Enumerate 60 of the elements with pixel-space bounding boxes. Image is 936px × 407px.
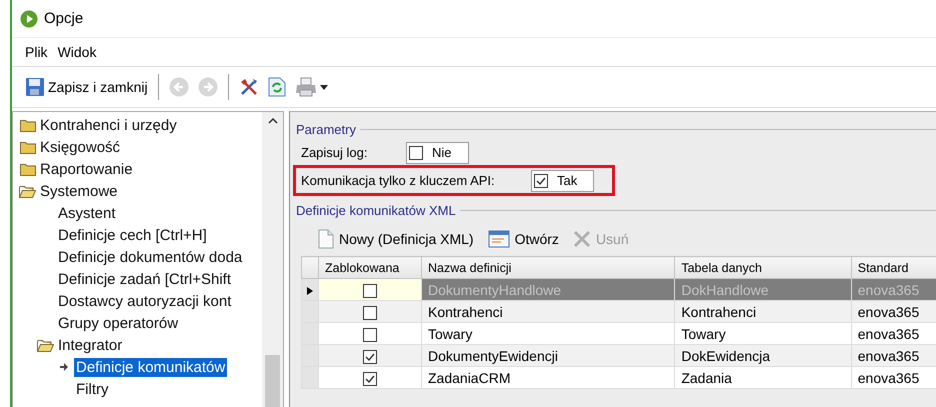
column-header: Standard	[851, 256, 936, 278]
table-cell: enova365	[851, 344, 936, 366]
tree-item[interactable]: Definicje cech [Ctrl+H]	[56, 226, 209, 244]
window-title: Opcje	[44, 10, 84, 27]
tree-item[interactable]: Raportowanie	[38, 160, 135, 178]
checkbox-field[interactable]: Tak	[531, 170, 594, 192]
printer-icon	[294, 77, 317, 97]
menu-item[interactable]: Widok	[52, 42, 102, 62]
column-header: Tabela danych	[674, 256, 852, 278]
row-pointer-icon	[307, 286, 313, 294]
arrow-right-icon	[198, 77, 218, 97]
close-icon	[572, 230, 591, 248]
checkbox-value: Nie	[432, 145, 452, 160]
group-title: Parametry	[296, 122, 356, 137]
table-cell: Zadania	[674, 366, 852, 388]
tree-item[interactable]: Definicje zadań [Ctrl+Shift	[56, 270, 233, 288]
caret-icon	[320, 84, 328, 90]
tree-item[interactable]: Systemowe	[38, 182, 120, 200]
scroll-thumb	[265, 355, 280, 407]
table-row[interactable]: ZadaniaCRM Zadania enova365	[302, 366, 936, 388]
refresh-icon	[268, 77, 286, 97]
checkbox-value: Tak	[557, 173, 578, 188]
tree-item[interactable]: Kontrahenci i urzędy	[38, 116, 179, 134]
arrow-left-icon	[168, 77, 189, 97]
document-icon	[318, 229, 334, 249]
field-label: Zapisuj log:	[301, 145, 368, 160]
table-row[interactable]: Kontrahenci Kontrahenci enova365	[302, 300, 936, 322]
app-logo-icon	[20, 10, 38, 28]
table-cell: DokumentyHandlowe	[422, 278, 675, 300]
table-cell: DokEwidencja	[674, 344, 852, 366]
table-cell: DokumentyEwidencji	[422, 344, 675, 366]
tree-item[interactable]: Księgowość	[38, 138, 122, 156]
table-cell: enova365	[851, 278, 936, 300]
group-title: Definicje komunikatów XML	[296, 203, 456, 218]
window-icon	[488, 230, 510, 248]
column-header: Zablokowana	[318, 256, 422, 278]
tree-item[interactable]: Asystent	[56, 204, 118, 222]
tools-icon	[238, 77, 259, 97]
floppy-icon	[25, 77, 45, 97]
tree-item[interactable]: Integrator	[56, 336, 124, 354]
new-button[interactable]: Nowy (Definicja XML)	[316, 227, 476, 251]
tree-item[interactable]: Dostawcy autoryzacji kont	[56, 292, 234, 310]
table-cell: ZadaniaCRM	[422, 366, 675, 388]
save-button[interactable]: Zapisz i zamknij	[22, 75, 151, 99]
tree-item[interactable]: Filtry	[74, 380, 110, 398]
tree-item[interactable]: Grupy operatorów	[56, 314, 180, 332]
tree-item[interactable]: Definicje komunikatów	[74, 358, 228, 376]
table-cell: Kontrahenci	[674, 300, 852, 322]
scroll-up-icon	[268, 118, 278, 124]
tree-item[interactable]: Definicje dokumentów doda	[56, 248, 244, 266]
open-button[interactable]: Otwórz	[486, 228, 561, 250]
menu-item[interactable]: Plik	[20, 42, 53, 62]
table-cell: Kontrahenci	[422, 300, 675, 322]
table-cell: enova365	[851, 300, 936, 322]
checkbox-field[interactable]: Nie	[406, 142, 469, 164]
table-row[interactable]: DokumentyEwidencji DokEwidencja enova365	[302, 344, 936, 366]
field-label: Komunikacja tylko z kluczem API:	[301, 173, 496, 188]
arrow-icon	[58, 362, 68, 372]
column-header: Nazwa definicji	[422, 256, 675, 278]
table-cell: DokHandlowe	[674, 278, 852, 300]
